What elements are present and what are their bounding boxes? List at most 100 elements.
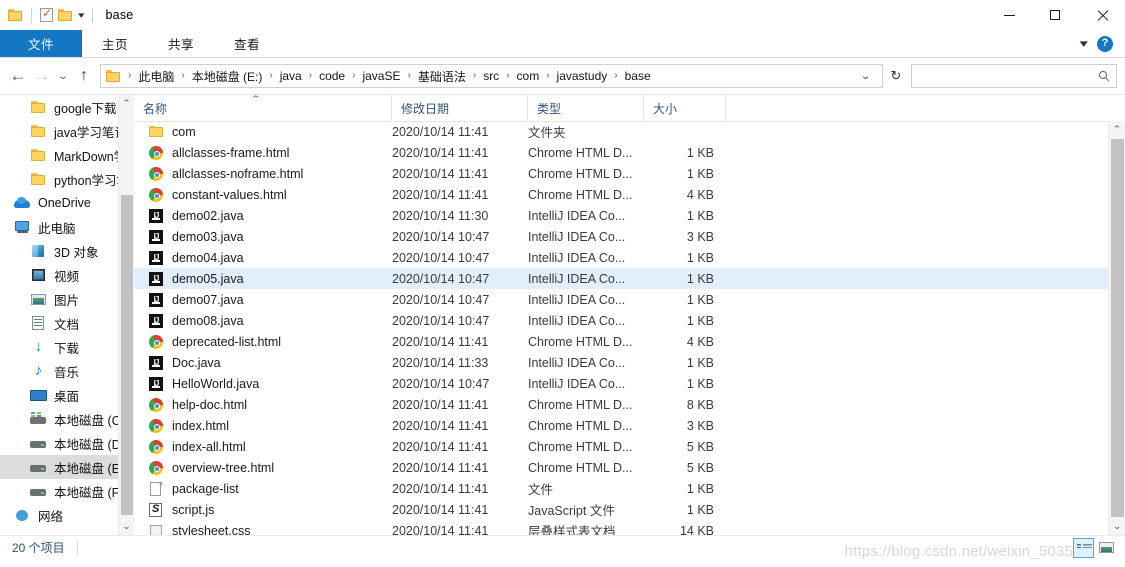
file-list-scrollbar[interactable]: ⌃ ⌄ [1108,121,1125,535]
sidebar-item-10[interactable]: ↓ 下载 [0,335,134,359]
table-row[interactable]: IJ demo05.java 2020/10/14 10:47 IntelliJ ID… [134,268,1108,289]
scroll-up-icon[interactable]: ⌃ [118,95,135,112]
back-button[interactable]: ← [6,62,30,90]
breadcrumb-item[interactable]: base [623,69,653,83]
scroll-up-icon[interactable]: ⌃ [1107,121,1125,138]
new-folder-icon[interactable] [58,9,73,21]
breadcrumb-item[interactable]: com [515,69,542,83]
chevron-down-icon[interactable]: ▾ [1080,37,1088,50]
breadcrumb-separator[interactable]: › [176,71,189,81]
table-row[interactable]: com 2020/10/14 11:41 文件夹 [134,121,1108,142]
sidebar-item-0[interactable]: google下载 [0,95,134,119]
help-icon[interactable]: ? [1097,35,1113,52]
up-button[interactable]: ↑ [72,62,96,90]
breadcrumb-item[interactable]: javaSE [360,69,402,83]
table-row[interactable]: stylesheet.css 2020/10/14 11:41 层叠样式表文档 14 … [134,520,1108,535]
breadcrumb-item[interactable]: 此电脑 [136,68,176,85]
maximize-button[interactable] [1032,0,1078,30]
breadcrumb-separator[interactable]: › [468,71,481,81]
tab-file[interactable]: 文件 [0,30,82,57]
sidebar-item-2[interactable]: MarkDown学习 [0,143,134,167]
refresh-button[interactable]: ↻ [883,64,909,88]
sidebar-item-8[interactable]: 图片 [0,287,134,311]
tab-share[interactable]: 共享 [148,30,214,57]
breadcrumb-separator[interactable]: › [264,71,277,81]
table-row[interactable]: IJ demo08.java 2020/10/14 10:47 IntelliJ ID… [134,310,1108,331]
breadcrumb-item[interactable]: code [317,69,347,83]
file-name-label: script.js [172,502,215,517]
search-box[interactable] [911,64,1117,88]
table-row[interactable]: index-all.html 2020/10/14 11:41 Chrome HTM… [134,436,1108,457]
breadcrumb-separator[interactable]: › [541,71,554,81]
file-date-cell: 2020/10/14 11:41 [392,166,489,181]
file-date-cell: 2020/10/14 11:41 [392,397,489,412]
sidebar-item-12[interactable]: 桌面 [0,383,134,407]
sidebar-item-5[interactable]: 此电脑 [0,215,134,239]
scroll-down-icon[interactable]: ⌄ [118,518,135,535]
table-row[interactable]: help-doc.html 2020/10/14 11:41 Chrome HTML… [134,394,1108,415]
navigation-scrollbar[interactable]: ⌃ ⌄ [118,95,134,535]
column-header-name[interactable]: 名称 ⌃ [134,95,392,121]
sidebar-item-6[interactable]: 3D 对象 [0,239,134,263]
column-header-date[interactable]: 修改日期 [392,95,528,121]
breadcrumb-bar[interactable]: › 此电脑 › 本地磁盘 (E:) › java › code › javaSE › 基础语法 › src… [100,64,883,88]
table-row[interactable]: script.js 2020/10/14 11:41 JavaScript 文件 1 … [134,499,1108,520]
breadcrumb-separator[interactable]: › [609,71,622,81]
breadcrumb-separator[interactable]: › [402,71,415,81]
recent-locations-button[interactable]: ⌄ [51,62,74,90]
sidebar-item-4[interactable]: OneDrive [0,191,134,215]
details-view-button[interactable] [1073,538,1094,558]
tab-home[interactable]: 主页 [82,30,148,57]
table-row[interactable]: IJ demo04.java 2020/10/14 10:47 IntelliJ ID… [134,247,1108,268]
close-button[interactable] [1078,0,1125,30]
table-row[interactable]: deprecated-list.html 2020/10/14 11:41 Chro… [134,331,1108,352]
table-row[interactable]: constant-values.html 2020/10/14 11:41 Chro… [134,184,1108,205]
column-header-type[interactable]: 类型 [528,95,644,121]
breadcrumb-item[interactable]: javastudy [555,69,610,83]
breadcrumb-item[interactable]: 本地磁盘 (E:) [190,68,265,85]
sidebar-item-1[interactable]: java学习笔记 [0,119,134,143]
table-row[interactable]: overview-tree.html 2020/10/14 11:41 Chrome… [134,457,1108,478]
sidebar-item-9[interactable]: 文档 [0,311,134,335]
sidebar-item-11[interactable]: ♪ 音乐 [0,359,134,383]
column-header-size[interactable]: 大小 [644,95,726,121]
table-row[interactable]: IJ demo03.java 2020/10/14 10:47 IntelliJ ID… [134,226,1108,247]
chevron-down-icon[interactable]: ▾ [78,10,84,20]
tab-view[interactable]: 查看 [214,30,280,57]
folder-icon [30,123,47,139]
breadcrumb-separator[interactable]: › [304,71,317,81]
file-name-label: help-doc.html [172,397,248,412]
navigation-tree: google下载 java学习笔记 MarkDown学习 python学习笔记 OneD… [0,95,134,527]
breadcrumb-dropdown-icon[interactable]: ⌄ [855,71,882,82]
properties-icon[interactable] [40,6,53,22]
table-row[interactable]: package-list 2020/10/14 11:41 文件 1 KB [134,478,1108,499]
sidebar-item-14[interactable]: 本地磁盘 (D:) [0,431,134,455]
file-name-label: demo03.java [172,229,244,244]
scrollbar-thumb[interactable] [1111,139,1124,517]
minimize-button[interactable] [986,0,1032,30]
table-row[interactable]: index.html 2020/10/14 11:41 Chrome HTML D.… [134,415,1108,436]
sidebar-item-13[interactable]: 本地磁盘 (C:) [0,407,134,431]
search-input[interactable] [918,68,1097,84]
breadcrumb-separator[interactable]: › [347,71,360,81]
table-row[interactable]: IJ Doc.java 2020/10/14 11:33 IntelliJ IDEA … [134,352,1108,373]
sidebar-item-7[interactable]: 视频 [0,263,134,287]
breadcrumb-separator[interactable]: › [123,71,136,81]
scroll-down-icon[interactable]: ⌄ [1107,518,1125,535]
table-row[interactable]: IJ HelloWorld.java 2020/10/14 10:47 Intelli… [134,373,1108,394]
breadcrumb-item[interactable]: 基础语法 [416,68,468,85]
table-row[interactable]: IJ demo07.java 2020/10/14 10:47 IntelliJ ID… [134,289,1108,310]
table-row[interactable]: IJ demo02.java 2020/10/14 11:30 IntelliJ ID… [134,205,1108,226]
breadcrumb-item[interactable]: src [481,69,501,83]
table-row[interactable]: allclasses-noframe.html 2020/10/14 11:41 C… [134,163,1108,184]
sidebar-item-15[interactable]: 本地磁盘 (E:) [0,455,134,479]
scrollbar-thumb[interactable] [121,195,133,515]
sidebar-item-17[interactable]: 网络 [0,503,134,527]
large-icons-view-button[interactable] [1096,538,1117,558]
breadcrumb-separator[interactable]: › [501,71,514,81]
search-icon[interactable] [1097,70,1110,83]
breadcrumb-item[interactable]: java [278,69,304,83]
sidebar-item-16[interactable]: 本地磁盘 (F:) [0,479,134,503]
table-row[interactable]: allclasses-frame.html 2020/10/14 11:41 Chr… [134,142,1108,163]
sidebar-item-3[interactable]: python学习笔记 [0,167,134,191]
